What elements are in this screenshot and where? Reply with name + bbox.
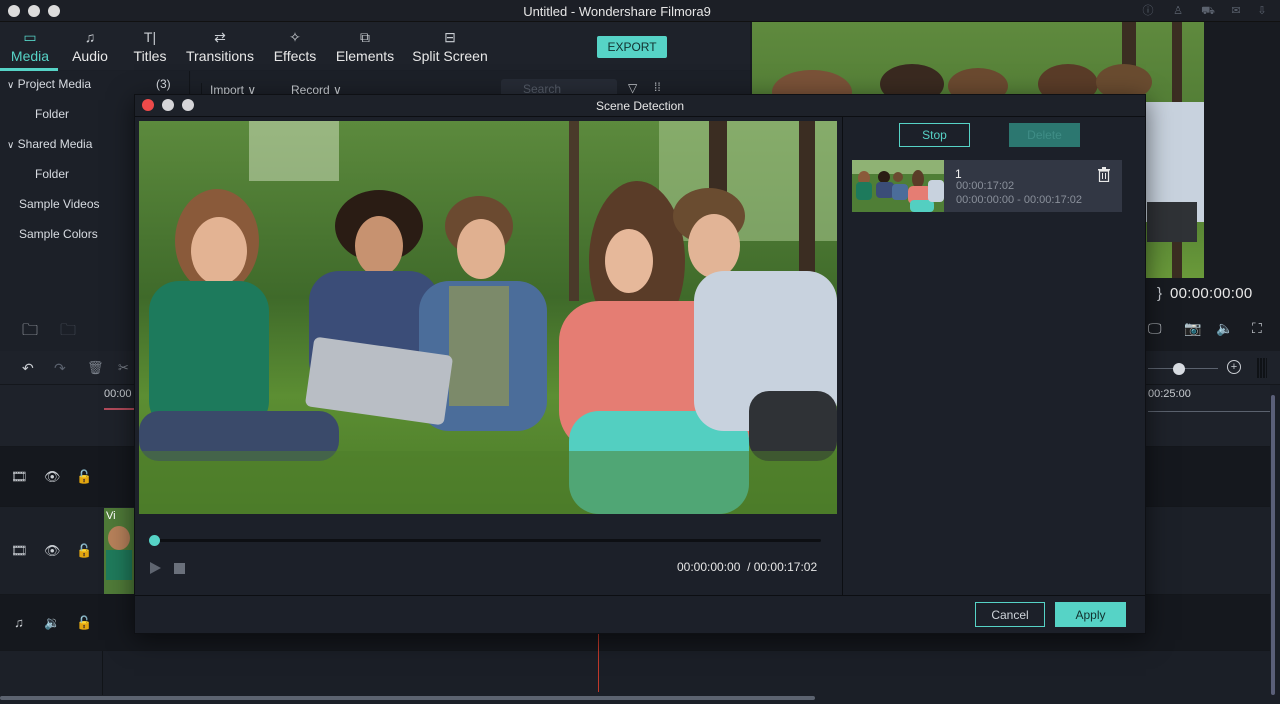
scene-scrubber-knob[interactable]: [149, 535, 160, 546]
ruler-start-label: 00:00: [104, 388, 132, 400]
current-time: 00:00:00:00: [677, 560, 741, 574]
render-preview-icon[interactable]: 🖵: [1148, 320, 1162, 337]
tab-media[interactable]: ▭ Media: [4, 22, 56, 70]
library-item-shared-media[interactable]: ∨ Shared Media: [7, 137, 92, 151]
eye-icon[interactable]: 👁: [44, 469, 61, 485]
dialog-timecode: 00:00:00:00 / 00:00:17:02: [677, 560, 817, 574]
filter-icon[interactable]: ▽: [628, 81, 637, 95]
tab-transitions[interactable]: ⇄ Transitions: [184, 22, 256, 70]
ruler-marker: [104, 408, 134, 410]
scene-scrubber-track[interactable]: [155, 539, 821, 542]
text-icon: T|: [143, 29, 157, 45]
delete-icon[interactable]: 🗑: [87, 360, 104, 376]
download-icon[interactable]: ⇩: [1255, 4, 1269, 18]
stop-button[interactable]: Stop: [899, 123, 970, 147]
tab-split-screen[interactable]: ⊟ Split Screen: [410, 22, 490, 70]
undo-icon[interactable]: ↶: [22, 360, 34, 377]
scene-list-item[interactable]: 1 00:00:17:02 00:00:00:00 - 00:00:17:02: [852, 160, 1122, 212]
dialog-footer-divider: [135, 595, 1145, 596]
project-media-count: (3): [156, 77, 171, 91]
audio-meter-icon: [1257, 358, 1267, 378]
folder-icon: ▭: [23, 29, 37, 45]
split-screen-icon: ⊟: [444, 29, 456, 45]
lock-icon[interactable]: 🔓: [76, 615, 92, 631]
elements-icon: ⧉: [360, 29, 370, 45]
dialog-titlebar: Scene Detection: [135, 95, 1145, 117]
ruler-end-label: 00:25:00: [1148, 388, 1191, 400]
music-note-icon: ♫: [14, 615, 24, 630]
fullscreen-icon[interactable]: ⛶: [1252, 320, 1262, 337]
dialog-title: Scene Detection: [595, 99, 685, 113]
music-note-icon: ♫: [84, 29, 96, 45]
tab-titles[interactable]: T| Titles: [128, 22, 172, 70]
cancel-button[interactable]: Cancel: [975, 602, 1045, 627]
video-clip[interactable]: Vi: [104, 508, 134, 594]
total-time: / 00:00:17:02: [747, 560, 818, 574]
volume-icon[interactable]: 🔈: [1216, 320, 1233, 337]
mail-icon[interactable]: ✉: [1229, 4, 1243, 18]
stop-icon[interactable]: [174, 563, 185, 574]
clip-thumb: [108, 526, 130, 550]
video-track-icon: 🎞: [11, 543, 28, 558]
library-item-project-folder[interactable]: Folder: [35, 107, 69, 121]
cart-icon[interactable]: ⛟: [1201, 4, 1215, 18]
clip-label: Vi: [106, 510, 116, 522]
trash-glyph: [1098, 167, 1110, 183]
scene-range: 00:00:00:00 - 00:00:17:02: [956, 194, 1082, 206]
tab-effects[interactable]: ✧ Effects: [268, 22, 322, 70]
scene-duration: 00:00:17:02: [956, 180, 1015, 192]
grid-view-icon[interactable]: ⁞⁞: [654, 80, 661, 94]
video-track-icon: 🎞: [11, 469, 28, 484]
account-icon[interactable]: ♙: [1171, 4, 1185, 18]
dialog-divider: [842, 117, 843, 595]
dialog-video-preview: [139, 121, 837, 514]
chevron-down-icon: ∨: [7, 80, 15, 91]
export-button[interactable]: EXPORT: [597, 36, 667, 58]
brace-icon: }: [1157, 285, 1163, 302]
scene-thumbnail-image: [852, 160, 944, 212]
delete-button[interactable]: Delete: [1009, 123, 1080, 147]
lock-icon[interactable]: 🔓: [76, 543, 92, 559]
tab-elements[interactable]: ⧉ Elements: [334, 22, 396, 70]
zoom-slider-knob[interactable]: [1173, 363, 1185, 375]
vertical-scrollbar[interactable]: [1271, 395, 1275, 695]
library-item-sample-videos[interactable]: Sample Videos: [19, 197, 100, 211]
video-frame-image: [139, 121, 837, 514]
tab-audio[interactable]: ♫ Audio: [66, 22, 114, 70]
ruler-ticks: [1148, 411, 1270, 412]
apply-button[interactable]: Apply: [1055, 602, 1126, 627]
playhead[interactable]: [598, 632, 599, 692]
horizontal-scrollbar[interactable]: [0, 696, 815, 700]
scene-thumbnail: [852, 160, 944, 212]
trash-icon[interactable]: [1097, 167, 1111, 183]
eye-icon[interactable]: 👁: [44, 543, 61, 559]
speaker-icon[interactable]: 🔉: [44, 615, 60, 631]
snapshot-icon[interactable]: 📷: [1184, 320, 1201, 337]
new-folder-icon[interactable]: 🗀: [22, 319, 38, 346]
library-item-project-media[interactable]: ∨ Project Media: [7, 77, 91, 91]
lock-icon[interactable]: 🔓: [76, 469, 92, 485]
library-item-sample-colors[interactable]: Sample Colors: [19, 227, 98, 241]
preview-timecode: 00:00:00:00: [1170, 285, 1253, 302]
redo-icon[interactable]: ↷: [54, 360, 66, 377]
scene-number: 1: [955, 167, 962, 181]
cut-icon[interactable]: ✂: [118, 360, 129, 376]
scene-detection-dialog: Scene Detection 00:00:00:00 / 00:00:17:0…: [134, 94, 1146, 634]
effects-icon: ✧: [289, 29, 301, 45]
zoom-in-icon[interactable]: +: [1227, 360, 1241, 374]
app-title: Untitled - Wondershare Filmora9: [523, 4, 711, 19]
info-icon[interactable]: ⓘ: [1141, 4, 1155, 18]
window-titlebar: Untitled - Wondershare Filmora9 ⓘ ♙ ⛟ ✉ …: [0, 0, 1280, 22]
library-item-shared-folder[interactable]: Folder: [35, 167, 69, 181]
delete-folder-icon[interactable]: 🗀: [60, 319, 76, 346]
chevron-down-icon: ∨: [7, 140, 15, 151]
play-icon[interactable]: [150, 562, 161, 574]
clip-thumb-body: [106, 550, 132, 580]
transitions-icon: ⇄: [214, 29, 226, 45]
